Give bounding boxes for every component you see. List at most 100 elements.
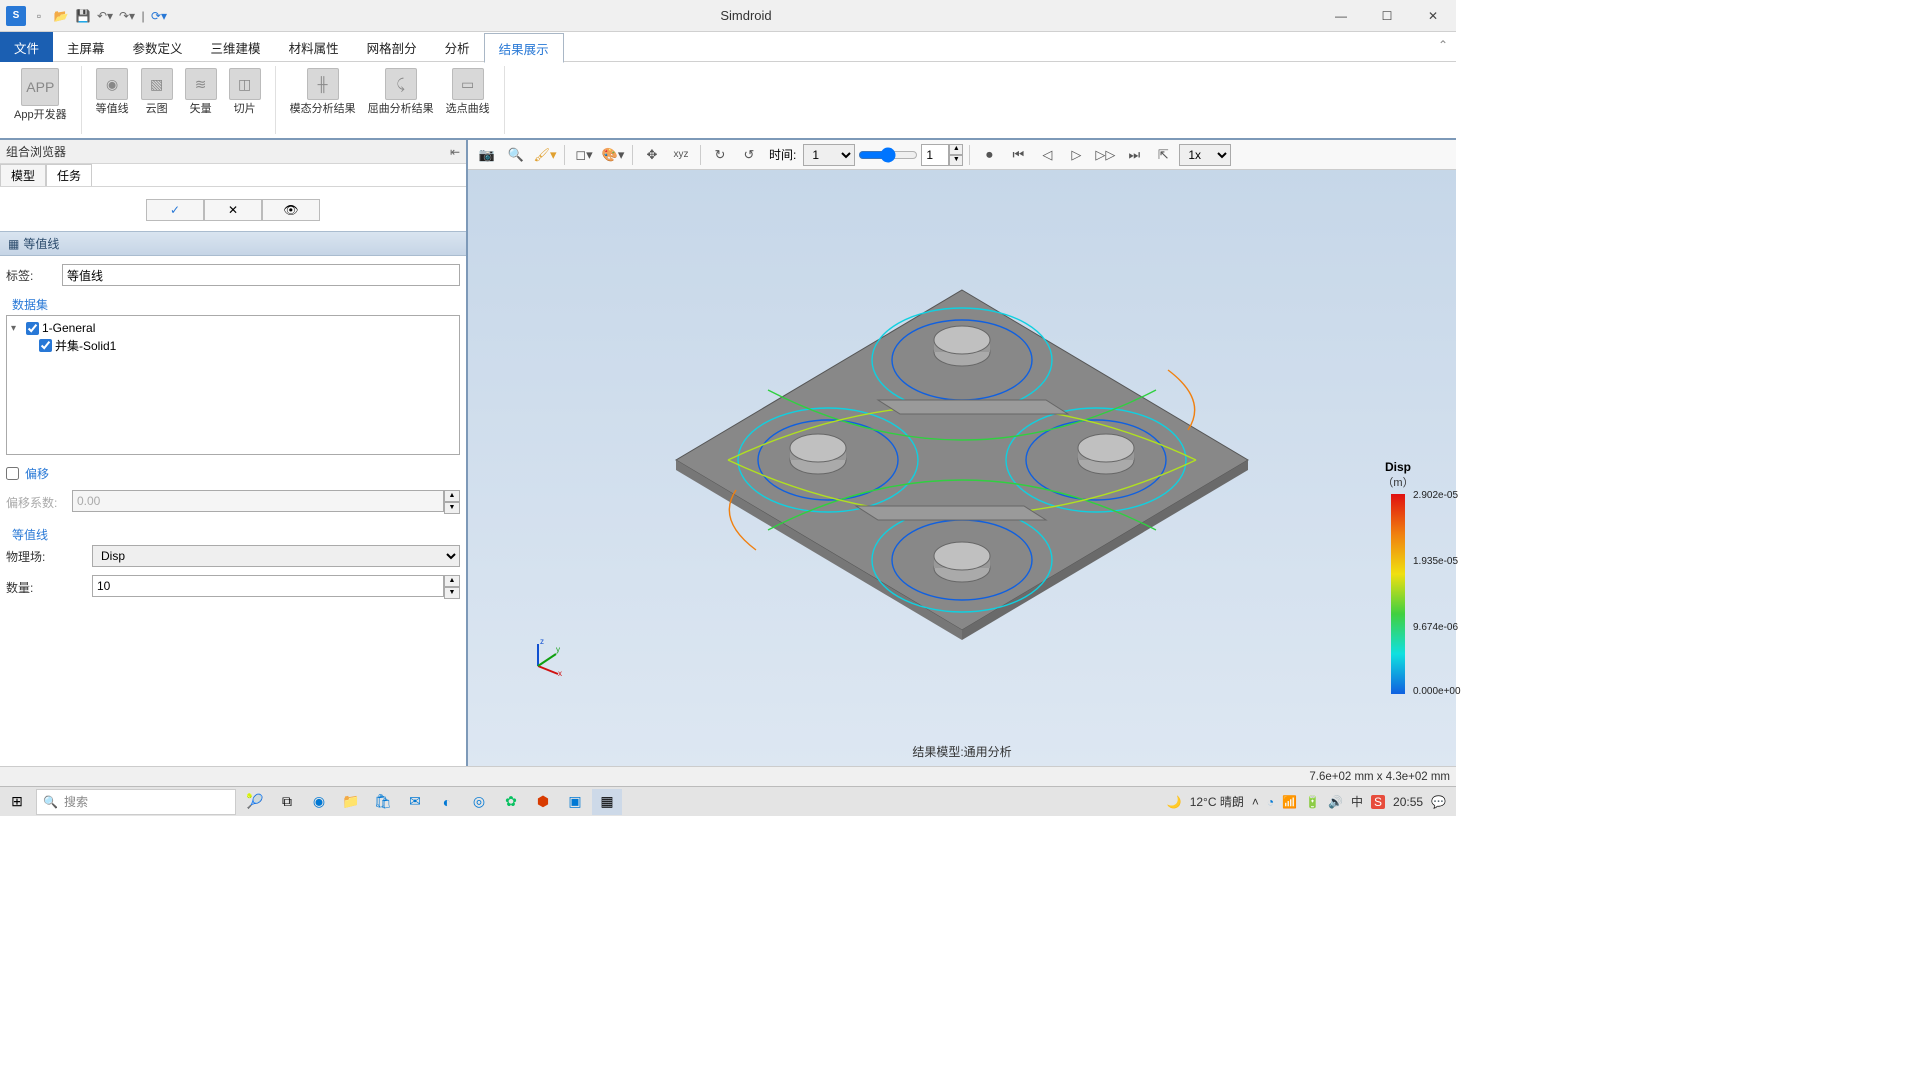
pin-icon[interactable]: ⇤: [450, 145, 460, 159]
system-tray: 🌙 12°C 晴朗 ˄ ◔ 📶 🔋 🔊 中 S 20:55 💬: [1167, 793, 1454, 810]
volume-icon[interactable]: 🔊: [1328, 795, 1343, 809]
next-icon[interactable]: ▷▷: [1092, 143, 1118, 167]
physics-select[interactable]: Disp: [92, 545, 460, 567]
start-button[interactable]: ⊞: [2, 789, 32, 815]
rotate-cw-icon[interactable]: ↻: [707, 143, 733, 167]
tab-file[interactable]: 文件: [0, 32, 53, 62]
cloud-button[interactable]: ▧云图: [135, 66, 179, 118]
tab-analysis[interactable]: 分析: [431, 32, 484, 62]
refresh-icon[interactable]: ⟳▾: [150, 7, 168, 25]
frame-input[interactable]: [921, 144, 949, 166]
view-box-icon[interactable]: ◻▾: [571, 143, 597, 167]
render-mode-icon[interactable]: 🎨▾: [600, 143, 626, 167]
notifications-icon[interactable]: 💬: [1431, 795, 1446, 809]
mail-icon[interactable]: ✉: [400, 789, 430, 815]
tab-home[interactable]: 主屏幕: [53, 32, 119, 62]
time-slider[interactable]: [858, 144, 918, 166]
minimize-button[interactable]: —: [1318, 0, 1364, 32]
tree-row-solid[interactable]: 并集-Solid1: [11, 336, 455, 355]
browser-icon[interactable]: ◎: [464, 789, 494, 815]
maximize-button[interactable]: ☐: [1364, 0, 1410, 32]
export-icon[interactable]: ⇱: [1150, 143, 1176, 167]
cancel-button[interactable]: ✕: [204, 199, 262, 221]
highlight-icon[interactable]: 🖌▾: [532, 143, 558, 167]
tab-results[interactable]: 结果展示: [484, 33, 564, 63]
open-icon[interactable]: 📂: [52, 7, 70, 25]
viewport-canvas[interactable]: z x y 结果模型:通用分析 Disp （m） 2.902e-05 1.935…: [468, 170, 1456, 766]
pick-curve-button[interactable]: ▭选点曲线: [440, 66, 496, 118]
contour-label: 等值线: [96, 103, 129, 116]
save-icon[interactable]: 💾: [74, 7, 92, 25]
tree-row-general[interactable]: ▾ 1-General: [11, 320, 455, 336]
offset-checkbox[interactable]: [6, 467, 19, 480]
preview-button[interactable]: 👁: [262, 199, 320, 221]
office-icon[interactable]: ⬢: [528, 789, 558, 815]
tag-input[interactable]: [62, 264, 460, 286]
battery-icon[interactable]: 🔋: [1305, 795, 1320, 809]
prev-icon[interactable]: ◁: [1034, 143, 1060, 167]
redo-icon[interactable]: ↷▾: [118, 7, 136, 25]
app1-icon[interactable]: ▣: [560, 789, 590, 815]
search-box[interactable]: 🔍 搜索: [36, 789, 236, 815]
sogou-icon[interactable]: S: [1371, 795, 1385, 809]
tab-material[interactable]: 材料属性: [275, 32, 353, 62]
left-panel-toolbar: ✓ ✕ 👁: [6, 199, 460, 221]
undo-icon[interactable]: ↶▾: [96, 7, 114, 25]
close-button[interactable]: ✕: [1410, 0, 1456, 32]
collapse-ribbon-icon[interactable]: ⌃: [1438, 38, 1448, 52]
store-icon[interactable]: 🛍: [368, 789, 398, 815]
explorer-icon[interactable]: 📁: [336, 789, 366, 815]
fit-icon[interactable]: ✥: [639, 143, 665, 167]
count-input[interactable]: [92, 575, 444, 597]
buckling-button[interactable]: ⤹屈曲分析结果: [362, 66, 440, 118]
speed-select[interactable]: 1x: [1179, 144, 1231, 166]
tab-mesh[interactable]: 网格剖分: [353, 32, 431, 62]
count-down[interactable]: ▼: [444, 587, 460, 599]
tab-model[interactable]: 模型: [0, 164, 46, 186]
zoom-icon[interactable]: 🔍: [503, 143, 529, 167]
tree-checkbox-solid[interactable]: [39, 339, 52, 352]
app-dev-button[interactable]: APP App开发器: [8, 66, 73, 124]
tab-task[interactable]: 任务: [46, 164, 92, 186]
time-select[interactable]: 1: [803, 144, 855, 166]
apply-button[interactable]: ✓: [146, 199, 204, 221]
record-icon[interactable]: ⏺: [976, 143, 1002, 167]
count-up[interactable]: ▲: [444, 575, 460, 587]
cortana-icon[interactable]: 🎾: [240, 789, 270, 815]
last-icon[interactable]: ⏭: [1121, 143, 1147, 167]
frame-up[interactable]: ▲: [949, 144, 963, 155]
tab-params[interactable]: 参数定义: [119, 32, 197, 62]
axes-icon[interactable]: xyz: [668, 143, 694, 167]
tree-checkbox-general[interactable]: [26, 322, 39, 335]
ime-icon[interactable]: 中: [1351, 793, 1363, 810]
first-icon[interactable]: ⏮: [1005, 143, 1031, 167]
wifi-icon[interactable]: 📶: [1282, 795, 1297, 809]
weather-text[interactable]: 12°C 晴朗: [1190, 793, 1244, 810]
rotate-ccw-icon[interactable]: ↺: [736, 143, 762, 167]
snapshot-icon[interactable]: 📷: [474, 143, 500, 167]
app-logo-icon: S: [6, 6, 26, 26]
vector-button[interactable]: ≋矢量: [179, 66, 223, 118]
taskview-icon[interactable]: ⧉: [272, 789, 302, 815]
viewport-toolbar: 📷 🔍 🖌▾ ◻▾ 🎨▾ ✥ xyz ↻ ↺ 时间: 1 ▲▼ ⏺ ⏮ ◁ ▷: [468, 140, 1456, 170]
chevron-up-icon[interactable]: ˄: [1252, 795, 1259, 809]
edge2-icon[interactable]: ◐: [432, 789, 462, 815]
tab-3d[interactable]: 三维建模: [197, 32, 275, 62]
simdroid-task-icon[interactable]: ▦: [592, 789, 622, 815]
dataset-tree[interactable]: ▾ 1-General 并集-Solid1: [6, 315, 460, 455]
window-controls: — ☐ ✕: [1318, 0, 1456, 32]
contour-button[interactable]: ◉等值线: [90, 66, 135, 118]
weather-icon[interactable]: 🌙: [1167, 795, 1182, 809]
tray-icon-1[interactable]: ◔: [1267, 795, 1274, 809]
clock[interactable]: 20:55: [1393, 795, 1423, 809]
slice-button[interactable]: ◫切片: [223, 66, 267, 118]
caret-icon[interactable]: ▾: [11, 323, 23, 334]
physics-label: 物理场:: [6, 548, 86, 565]
offset-down: ▼: [444, 502, 460, 514]
wechat-icon[interactable]: ✿: [496, 789, 526, 815]
modal-button[interactable]: ╫模态分析结果: [284, 66, 362, 118]
frame-down[interactable]: ▼: [949, 155, 963, 166]
play-icon[interactable]: ▷: [1063, 143, 1089, 167]
new-icon[interactable]: ▫: [30, 7, 48, 25]
edge-icon[interactable]: ◉: [304, 789, 334, 815]
